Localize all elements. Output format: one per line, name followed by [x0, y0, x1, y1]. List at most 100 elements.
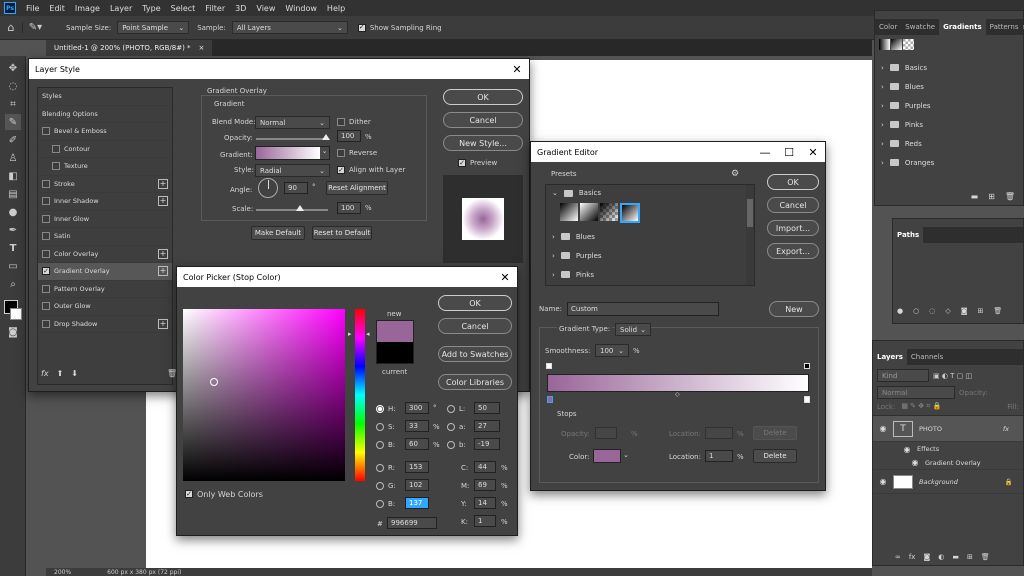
hue-radio[interactable]	[376, 405, 384, 413]
eye-icon[interactable]: ◉	[879, 424, 887, 433]
style-checkbox[interactable]	[42, 302, 50, 311]
gear-icon[interactable]: ⚙	[731, 169, 739, 179]
layer-background[interactable]: ◉ Background 🔒	[873, 470, 1023, 494]
layer-effects[interactable]: ◉ Effects	[873, 442, 1023, 456]
tab-channels[interactable]: Channels	[907, 349, 947, 365]
add-effect-icon[interactable]: +	[158, 248, 168, 259]
clone-stamp-icon[interactable]: ♙	[5, 150, 21, 166]
style-checkbox[interactable]	[42, 179, 50, 188]
style-item[interactable]: Texture	[38, 158, 172, 176]
fx-icon[interactable]: fx	[909, 553, 916, 561]
style-item[interactable]: Blending Options	[38, 106, 172, 123]
style-checkbox[interactable]	[42, 214, 50, 223]
add-mask-icon[interactable]: ◙	[923, 553, 930, 561]
ok-button[interactable]: OK	[767, 174, 819, 190]
opacity-slider[interactable]	[256, 134, 330, 140]
new-layer-icon[interactable]: ⊞	[967, 553, 973, 561]
style-item[interactable]: Contour	[38, 141, 172, 158]
trash-icon[interactable]: 🗑	[981, 553, 990, 561]
preset-folder-basics[interactable]: ⌄ Basics	[546, 185, 754, 201]
style-item[interactable]: Drop Shadow +	[38, 316, 172, 333]
menu-3d[interactable]: 3D	[230, 4, 251, 13]
filter-icons[interactable]: ▣ ◐ T ▢ ◫	[933, 372, 972, 380]
blend-mode-select[interactable]: Normal	[877, 386, 955, 399]
green-radio[interactable]	[376, 482, 384, 490]
gradient-type-select[interactable]: Solid ⌄	[615, 323, 651, 336]
move-up-icon[interactable]: ⬆	[57, 369, 64, 378]
menu-select[interactable]: Select	[166, 4, 201, 13]
eyedropper-icon[interactable]: ✎▾	[22, 22, 48, 33]
cancel-button[interactable]: Cancel	[443, 112, 523, 128]
quick-mask-icon[interactable]: ◙	[5, 324, 21, 340]
opacity-stop[interactable]	[546, 363, 552, 369]
make-path-icon[interactable]: ◇	[945, 307, 950, 315]
preview-checkbox[interactable]: ✓	[458, 159, 466, 167]
gradient-swatch[interactable]	[903, 39, 914, 50]
gradient-ramp[interactable]	[547, 374, 809, 392]
link-icon[interactable]: ∞	[895, 553, 901, 561]
gradient-folder-pinks[interactable]: › Pinks	[875, 115, 1023, 134]
style-item[interactable]: Stroke +	[38, 176, 172, 193]
menu-layer[interactable]: Layer	[105, 4, 137, 13]
preset-folder-pinks[interactable]: › Pinks	[546, 265, 754, 284]
style-select[interactable]: Radial ⌄	[255, 164, 330, 177]
scrollbar-thumb[interactable]	[747, 199, 753, 227]
eraser-tool-icon[interactable]: ◧	[5, 168, 21, 184]
menu-edit[interactable]: Edit	[44, 4, 70, 13]
sample-select[interactable]: All Layers ⌄	[231, 21, 348, 34]
lock-icons[interactable]: ▦ ✎ ✥ ⌗ 🔒	[901, 402, 941, 411]
style-item[interactable]: Satin	[38, 228, 172, 246]
magenta-input[interactable]: 69	[474, 479, 496, 491]
blue-input[interactable]: 137	[405, 497, 429, 509]
preset-swatch[interactable]	[580, 203, 598, 221]
slider-knob[interactable]	[322, 134, 330, 140]
background-color-swatch[interactable]	[10, 308, 22, 320]
slider-knob[interactable]	[296, 205, 304, 211]
menu-image[interactable]: Image	[70, 4, 105, 13]
new-group-icon[interactable]: ▬	[971, 192, 979, 201]
only-web-colors-checkbox[interactable]: ✓	[185, 490, 193, 498]
ok-button[interactable]: OK	[438, 295, 512, 311]
add-effect-icon[interactable]: +	[158, 196, 168, 206]
color-libraries-button[interactable]: Color Libraries	[438, 374, 512, 390]
zoom-level[interactable]: 200%	[54, 569, 71, 576]
add-to-swatches-button[interactable]: Add to Swatches	[438, 346, 512, 362]
current-color-swatch[interactable]	[376, 342, 414, 364]
load-selection-icon[interactable]: ◌	[929, 307, 935, 315]
stroke-path-icon[interactable]: ○	[913, 307, 919, 315]
close-icon[interactable]: ✕	[505, 63, 529, 76]
scale-slider[interactable]	[256, 205, 328, 211]
menu-window[interactable]: Window	[280, 4, 322, 13]
hue-arrow-right[interactable]: ◂	[366, 330, 370, 338]
menu-help[interactable]: Help	[322, 4, 350, 13]
gradient-tool-icon[interactable]: ▤	[5, 186, 21, 202]
red-radio[interactable]	[376, 464, 384, 472]
menu-type[interactable]: Type	[137, 4, 165, 13]
saturation-input[interactable]: 33	[405, 420, 429, 432]
red-input[interactable]: 153	[405, 461, 429, 473]
minimize-icon[interactable]: —	[753, 146, 777, 159]
home-icon[interactable]: ⌂	[0, 21, 22, 34]
delete-opacity-stop-button[interactable]: Delete	[753, 426, 797, 440]
blend-mode-select[interactable]: Normal ⌄	[255, 116, 330, 129]
new-button[interactable]: New	[769, 301, 819, 317]
document-tab[interactable]: Untitled-1 @ 200% (PHOTO, RGB/8#) * ×	[46, 40, 213, 56]
a-input[interactable]: 27	[474, 420, 500, 432]
style-item[interactable]: Pattern Overlay	[38, 281, 172, 298]
hex-input[interactable]: 996699	[387, 517, 437, 529]
gradient-swatch[interactable]	[879, 39, 890, 50]
style-item[interactable]: Color Overlay +	[38, 246, 172, 263]
reset-to-default-button[interactable]: Reset to Default	[312, 226, 372, 240]
close-icon[interactable]: ×	[199, 44, 205, 52]
cancel-button[interactable]: Cancel	[767, 197, 819, 213]
tab-paths[interactable]: Paths	[893, 227, 924, 243]
reverse-checkbox[interactable]	[337, 149, 345, 157]
preset-swatch-selected[interactable]	[620, 203, 640, 223]
presets-scrollbar[interactable]	[746, 185, 754, 285]
gradient-picker[interactable]: ⌄	[255, 146, 330, 160]
preset-swatch[interactable]	[600, 203, 618, 221]
move-tool-icon[interactable]: ✥	[5, 60, 21, 76]
color-stop-selected[interactable]	[547, 396, 553, 403]
style-item[interactable]: Inner Shadow +	[38, 193, 172, 211]
new-style-button[interactable]: New Style...	[443, 135, 523, 151]
